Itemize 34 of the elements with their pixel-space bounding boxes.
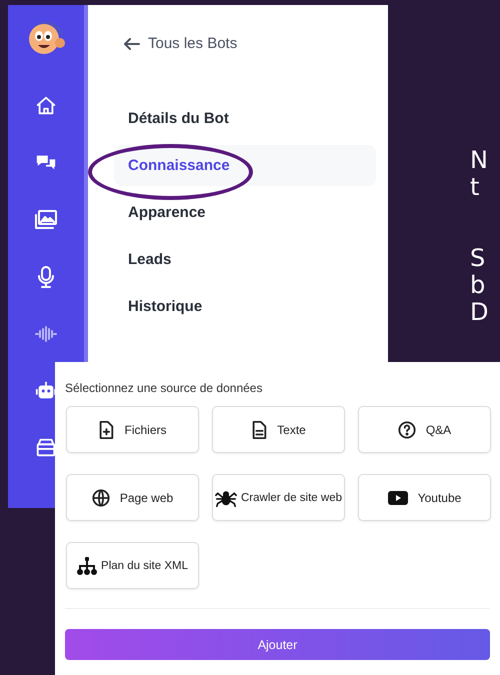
waveform-icon[interactable]	[34, 326, 58, 342]
back-link-label: Tous les Bots	[148, 35, 238, 52]
menu-item[interactable]: Leads	[114, 239, 376, 280]
body-text: S	[470, 244, 486, 272]
body-text: D	[470, 298, 488, 326]
left-arrow-icon	[124, 38, 140, 50]
stacked-boxes-icon[interactable]	[35, 436, 57, 458]
source-option[interactable]: Q&A	[358, 406, 491, 453]
back-link[interactable]: Tous les Bots	[124, 35, 238, 52]
play-button-icon	[388, 490, 408, 504]
menu-item[interactable]: Historique	[114, 286, 376, 327]
body-text: t	[470, 173, 480, 201]
file-plus-icon	[98, 420, 114, 438]
source-option[interactable]: Youtube	[358, 474, 491, 521]
home-icon[interactable]	[35, 94, 57, 116]
menu-item[interactable]: Détails du Bot	[114, 98, 376, 139]
body-text: N	[470, 146, 488, 174]
source-option[interactable]: Crawler de site web	[212, 474, 345, 521]
add-button[interactable]: Ajouter	[65, 629, 490, 660]
menu-item[interactable]: Connaissance	[114, 145, 376, 186]
dialog-prompt: Sélectionnez une source de données	[65, 381, 264, 395]
question-circle-icon	[398, 420, 416, 438]
globe-icon	[92, 488, 110, 506]
menu-item[interactable]: Apparence	[114, 192, 376, 233]
source-option[interactable]: Page web	[66, 474, 199, 521]
source-option[interactable]: Plan du site XML	[66, 542, 199, 589]
images-icon[interactable]	[34, 208, 58, 230]
sitemap-icon	[77, 556, 98, 574]
document-icon	[251, 420, 268, 438]
microphone-icon[interactable]	[36, 264, 56, 288]
robot-icon[interactable]	[35, 380, 57, 402]
source-option[interactable]: Texte	[212, 406, 345, 453]
body-text: b	[470, 271, 486, 299]
source-option[interactable]: Fichiers	[66, 406, 199, 453]
